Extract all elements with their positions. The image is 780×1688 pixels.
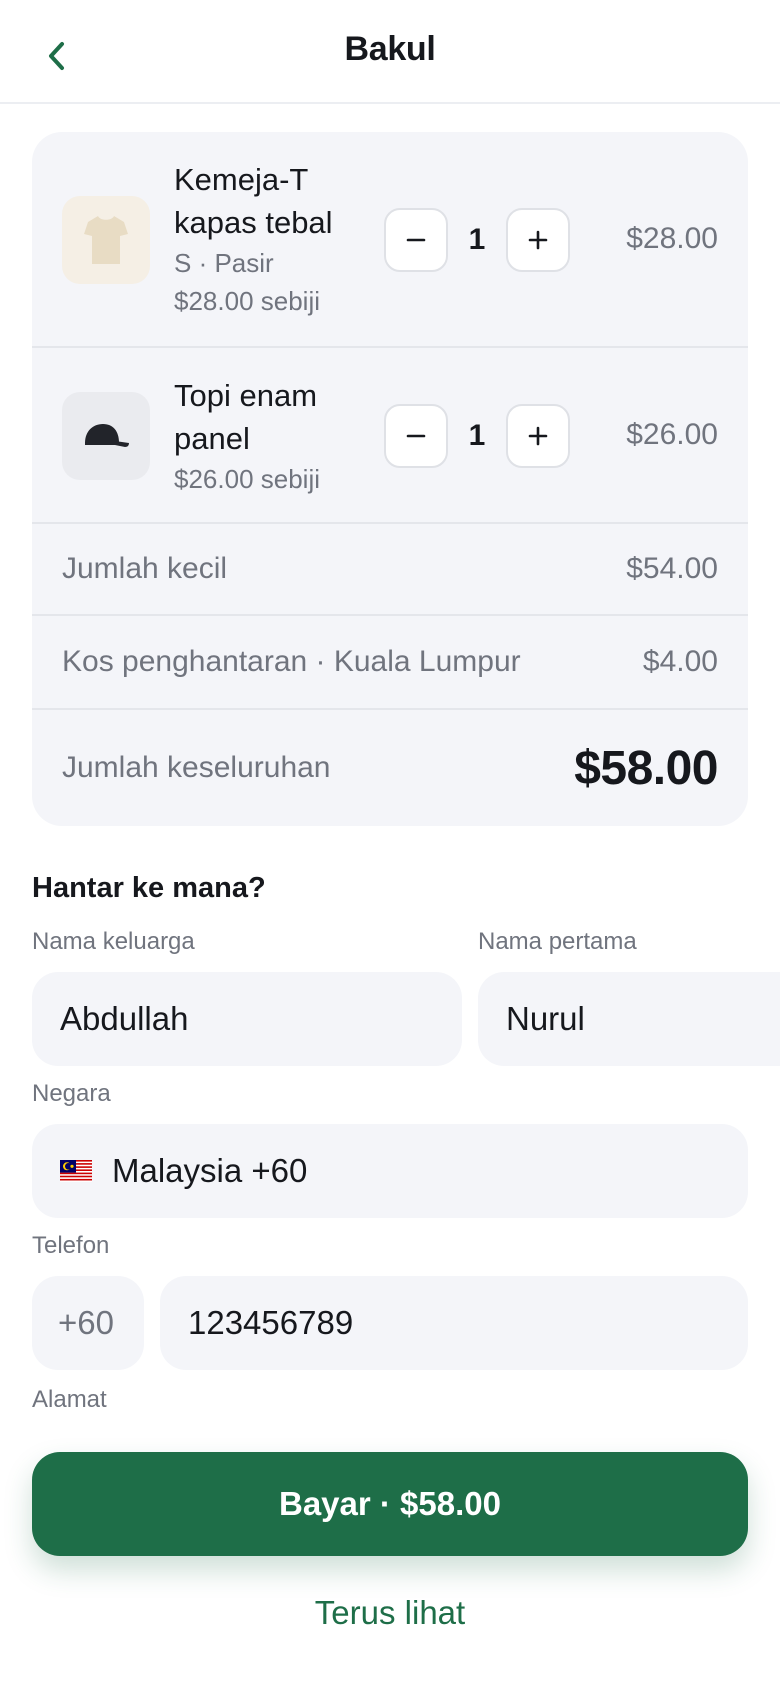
pay-button[interactable]: Bayar · $58.00 bbox=[32, 1452, 748, 1556]
item-name: Kemeja-T kapas tebal bbox=[174, 162, 333, 240]
shipping-section-heading: Hantar ke mana? bbox=[32, 872, 266, 904]
page-title: Bakul bbox=[344, 30, 436, 68]
continue-browsing-link[interactable]: Terus lihat bbox=[0, 1594, 780, 1632]
minus-icon bbox=[406, 434, 426, 438]
first-name-field[interactable] bbox=[478, 972, 780, 1066]
tshirt-icon bbox=[84, 216, 128, 264]
increase-quantity-button[interactable] bbox=[506, 404, 570, 468]
item-details: Kemeja-T kapas tebal S · Pasir $28.00 se… bbox=[174, 158, 364, 320]
decrease-quantity-button[interactable] bbox=[384, 404, 448, 468]
item-unit-price: $28.00 sebiji bbox=[174, 286, 320, 316]
subtotal-row: Jumlah kecil $54.00 bbox=[32, 524, 748, 616]
country-label: Negara bbox=[32, 1080, 111, 1107]
line-total: $28.00 bbox=[626, 222, 718, 255]
item-details: Topi enam panel $26.00 sebiji bbox=[174, 374, 364, 498]
increase-quantity-button[interactable] bbox=[506, 208, 570, 272]
plus-icon bbox=[528, 426, 548, 446]
top-bar: Bakul bbox=[0, 0, 780, 104]
quantity-value: 1 bbox=[468, 223, 486, 256]
decrease-quantity-button[interactable] bbox=[384, 208, 448, 272]
product-thumbnail[interactable] bbox=[62, 392, 150, 480]
cart-summary-card: Kemeja-T kapas tebal S · Pasir $28.00 se… bbox=[32, 132, 748, 826]
country-select[interactable]: Malaysia +60 bbox=[32, 1124, 748, 1218]
phone-prefix-value: +60 bbox=[58, 1304, 114, 1341]
cap-icon bbox=[85, 424, 129, 447]
quantity-value: 1 bbox=[468, 419, 486, 452]
last-name-field[interactable] bbox=[32, 972, 462, 1066]
item-variant: S · Pasir bbox=[174, 248, 274, 278]
item-name: Topi enam panel bbox=[174, 378, 318, 456]
cart-item: Topi enam panel $26.00 sebiji 1 $26.00 bbox=[32, 348, 748, 524]
first-name-label: Nama pertama bbox=[478, 928, 637, 955]
line-total: $26.00 bbox=[626, 418, 718, 451]
phone-input[interactable] bbox=[188, 1304, 748, 1342]
first-name-input[interactable] bbox=[506, 1000, 780, 1038]
product-thumbnail[interactable] bbox=[62, 196, 150, 284]
item-unit-price: $26.00 sebiji bbox=[174, 464, 320, 494]
phone-prefix[interactable]: +60 bbox=[32, 1276, 144, 1370]
shipping-value: $4.00 bbox=[642, 645, 718, 678]
total-row: Jumlah keseluruhan $58.00 bbox=[32, 710, 748, 826]
plus-icon bbox=[528, 230, 548, 250]
quantity-stepper: 1 bbox=[384, 208, 570, 272]
total-value: $58.00 bbox=[574, 741, 718, 795]
subtotal-label: Jumlah kecil bbox=[62, 552, 228, 585]
quantity-stepper: 1 bbox=[384, 404, 570, 468]
total-label: Jumlah keseluruhan bbox=[62, 751, 331, 784]
shipping-label: Kos penghantaran · Kuala Lumpur bbox=[62, 645, 521, 678]
phone-label: Telefon bbox=[32, 1232, 110, 1259]
malaysia-flag-icon bbox=[60, 1160, 92, 1182]
shipping-row: Kos penghantaran · Kuala Lumpur $4.00 bbox=[32, 616, 748, 710]
last-name-label: Nama keluarga bbox=[32, 928, 195, 955]
country-value: Malaysia +60 bbox=[112, 1152, 308, 1189]
last-name-input[interactable] bbox=[60, 1000, 462, 1038]
phone-field[interactable] bbox=[160, 1276, 748, 1370]
address-label: Alamat bbox=[32, 1386, 107, 1413]
subtotal-value: $54.00 bbox=[626, 552, 718, 585]
cart-item: Kemeja-T kapas tebal S · Pasir $28.00 se… bbox=[32, 132, 748, 348]
minus-icon bbox=[406, 238, 426, 242]
